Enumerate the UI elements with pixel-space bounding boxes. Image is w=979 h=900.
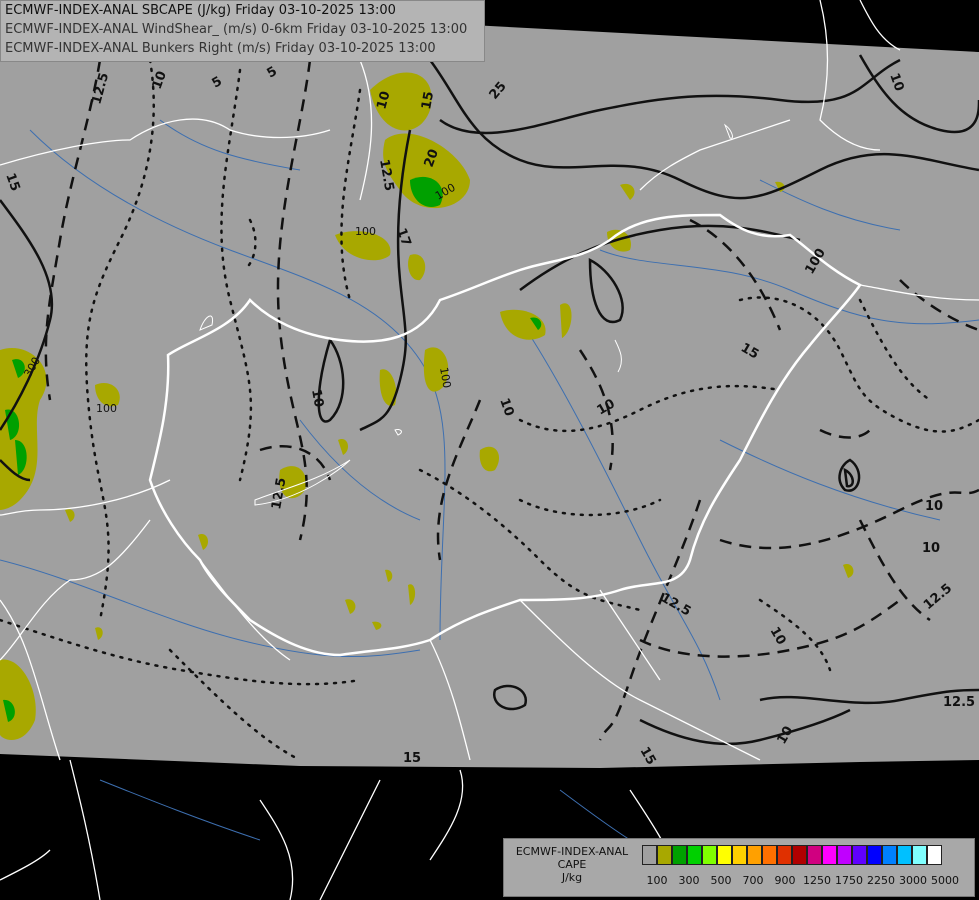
legend-tick-label: 700 bbox=[742, 874, 764, 887]
legend-swatch bbox=[792, 845, 807, 865]
legend-title-unit: J/kg bbox=[561, 871, 583, 884]
map-header: ECMWF-INDEX-ANAL SBCAPE (J/kg) Friday 03… bbox=[0, 0, 485, 62]
legend-swatch bbox=[762, 845, 777, 865]
header-line-bunkers: ECMWF-INDEX-ANAL Bunkers Right (m/s) Fri… bbox=[5, 41, 436, 56]
legend-tick-label: 900 bbox=[774, 874, 796, 887]
legend-swatch bbox=[672, 845, 687, 865]
legend-tick-label: 2250 bbox=[867, 874, 895, 887]
legend-swatch bbox=[882, 845, 897, 865]
legend-swatch bbox=[747, 845, 762, 865]
legend-swatches bbox=[642, 845, 942, 865]
cape-legend: ECMWF-INDEX-ANAL CAPE J/kg 100 300 500 700 9… bbox=[503, 838, 975, 897]
contour-label: 15 bbox=[403, 751, 421, 766]
legend-tick-label: 500 bbox=[710, 874, 732, 887]
contour-label: 100 bbox=[96, 402, 117, 415]
legend-swatch bbox=[927, 845, 942, 865]
legend-title-variable: CAPE bbox=[557, 858, 587, 871]
weather-map: 12.5 10 5 5 10 15 10 15 25 12.5 17 20 10… bbox=[0, 0, 979, 900]
legend-title-source: ECMWF-INDEX-ANAL bbox=[515, 845, 629, 858]
legend-tick-label: 100 bbox=[646, 874, 668, 887]
legend-swatch bbox=[717, 845, 732, 865]
legend-swatch bbox=[897, 845, 912, 865]
contour-label: 10 bbox=[308, 388, 326, 408]
legend-swatch bbox=[837, 845, 852, 865]
legend-tick-label: 3000 bbox=[899, 874, 927, 887]
legend-tick-label: 300 bbox=[678, 874, 700, 887]
legend-tick-label: 1750 bbox=[835, 874, 863, 887]
legend-swatch bbox=[807, 845, 822, 865]
legend-tick-label: 5000 bbox=[931, 874, 959, 887]
model-domain bbox=[0, 0, 979, 768]
legend-swatch bbox=[687, 845, 702, 865]
legend-swatch bbox=[732, 845, 747, 865]
header-line-windshear: ECMWF-INDEX-ANAL WindShear_ (m/s) 0-6km … bbox=[5, 22, 468, 37]
legend-swatch bbox=[702, 845, 717, 865]
contour-label: 10 bbox=[925, 499, 943, 514]
legend-title: ECMWF-INDEX-ANAL CAPE J/kg bbox=[508, 845, 636, 884]
legend-swatch bbox=[657, 845, 672, 865]
legend-swatch bbox=[852, 845, 867, 865]
contour-label: 10 bbox=[922, 541, 940, 556]
legend-tick-label: 1250 bbox=[803, 874, 831, 887]
header-line-cape: ECMWF-INDEX-ANAL SBCAPE (J/kg) Friday 03… bbox=[5, 3, 396, 18]
legend-swatch bbox=[822, 845, 837, 865]
legend-ticks: 100 300 500 700 900 1250 1750 2250 3000 5000 bbox=[641, 874, 971, 888]
legend-swatch bbox=[912, 845, 927, 865]
legend-swatch bbox=[777, 845, 792, 865]
contour-label: 100 bbox=[355, 225, 376, 238]
legend-swatch bbox=[867, 845, 882, 865]
legend-swatch bbox=[642, 845, 657, 865]
contour-label: 15 bbox=[419, 90, 437, 110]
contour-label: 12.5 bbox=[943, 695, 975, 710]
